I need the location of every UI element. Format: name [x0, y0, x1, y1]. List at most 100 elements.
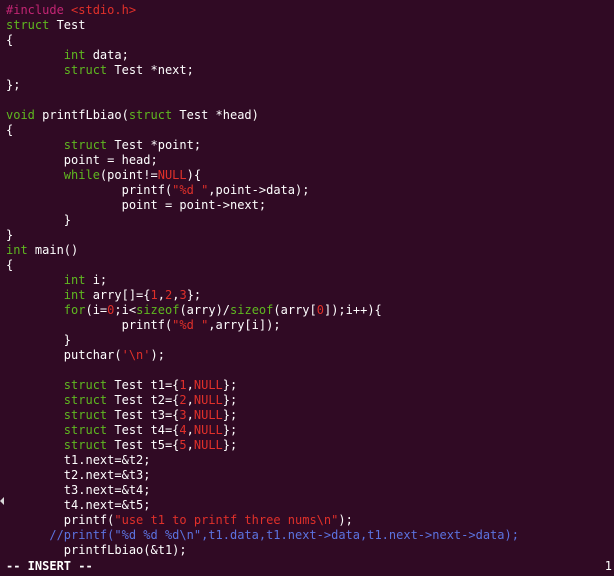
- code-line[interactable]: struct Test t1={1,NULL};: [6, 378, 614, 393]
- code-token: Test *next;: [107, 63, 194, 77]
- code-line[interactable]: struct Test t2={2,NULL};: [6, 393, 614, 408]
- code-line[interactable]: point = point->next;: [6, 198, 614, 213]
- code-line[interactable]: //printf("%d %d %d\n",t1.data,t1.next->d…: [6, 528, 614, 543]
- code-token: NULL: [193, 438, 223, 452]
- code-token: t3.next=&t4;: [6, 483, 151, 497]
- code-token: struct: [63, 138, 108, 152]
- code-line[interactable]: }: [6, 213, 614, 228]
- code-token: void: [6, 108, 35, 122]
- code-line[interactable]: struct Test t4={4,NULL};: [6, 423, 614, 438]
- code-token: }: [6, 213, 72, 227]
- code-token: struct: [63, 393, 108, 407]
- code-token: };: [6, 78, 21, 92]
- code-line[interactable]: #include <stdio.h>: [6, 3, 614, 18]
- code-line[interactable]: int i;: [6, 273, 614, 288]
- code-token: };: [222, 423, 238, 437]
- code-token: printf(: [6, 513, 115, 527]
- code-line[interactable]: printf("%d ",arry[i]);: [6, 318, 614, 333]
- code-token: 1: [150, 288, 158, 302]
- code-token: '\n': [121, 348, 151, 362]
- code-token: Test t3={: [107, 408, 180, 422]
- code-line[interactable]: t2.next=&t3;: [6, 468, 614, 483]
- code-token: }: [6, 333, 72, 347]
- code-token: point = point->next;: [6, 198, 267, 212]
- code-line[interactable]: {: [6, 33, 614, 48]
- code-token: struct: [63, 63, 108, 77]
- code-line[interactable]: t3.next=&t4;: [6, 483, 614, 498]
- code-line[interactable]: putchar('\n');: [6, 348, 614, 363]
- code-line[interactable]: [6, 363, 614, 378]
- code-token: t1.next=&t2;: [6, 453, 151, 467]
- code-line[interactable]: struct Test *point;: [6, 138, 614, 153]
- code-token: };: [222, 438, 238, 452]
- code-line[interactable]: for(i=0;i<sizeof(arry)/sizeof(arry[0]);i…: [6, 303, 614, 318]
- code-token: 3: [179, 288, 187, 302]
- code-token: NULL: [193, 408, 223, 422]
- code-line[interactable]: printf("%d ",point->data);: [6, 183, 614, 198]
- code-line[interactable]: point = head;: [6, 153, 614, 168]
- code-token: struct: [63, 438, 108, 452]
- code-token: Test t5={: [107, 438, 180, 452]
- code-token: putchar(: [6, 348, 122, 362]
- code-token: t4.next=&t5;: [6, 498, 151, 512]
- code-token: {: [6, 33, 14, 47]
- code-token: Test t4={: [107, 423, 180, 437]
- code-line[interactable]: {: [6, 123, 614, 138]
- code-token: int: [63, 48, 86, 62]
- code-line[interactable]: }: [6, 333, 614, 348]
- code-token: (point!=: [99, 168, 158, 182]
- code-token: ,: [186, 378, 194, 392]
- code-token: Test *point;: [107, 138, 202, 152]
- code-line[interactable]: void printfLbiao(struct Test *head): [6, 108, 614, 123]
- code-token: struct: [63, 378, 108, 392]
- code-token: ,: [186, 423, 194, 437]
- code-token: ){: [186, 168, 202, 182]
- code-line[interactable]: {: [6, 258, 614, 273]
- code-line[interactable]: struct Test: [6, 18, 614, 33]
- code-line[interactable]: }: [6, 228, 614, 243]
- code-token: Test t1={: [107, 378, 180, 392]
- code-token: printf(: [6, 183, 173, 197]
- code-token: <stdio.h>: [71, 3, 137, 17]
- code-line[interactable]: printfLbiao(&t1);: [6, 543, 614, 558]
- code-token: t2.next=&t3;: [6, 468, 151, 482]
- code-line[interactable]: struct Test t5={5,NULL};: [6, 438, 614, 453]
- code-token: 1: [179, 378, 187, 392]
- code-line[interactable]: t4.next=&t5;: [6, 498, 614, 513]
- code-token: Test: [49, 18, 86, 32]
- code-token: int: [63, 273, 86, 287]
- code-token: point = head;: [6, 153, 158, 167]
- code-token: struct: [6, 18, 50, 32]
- code-line[interactable]: printf("use t1 to printf three nums\n");: [6, 513, 614, 528]
- code-line[interactable]: int arry[]={1,2,3};: [6, 288, 614, 303]
- code-token: 2: [179, 393, 187, 407]
- code-token: int: [6, 243, 28, 257]
- code-token: "use t1 to printf three nums\n": [114, 513, 339, 527]
- terminal-window[interactable]: #include <stdio.h> struct Test{ int data;…: [0, 0, 614, 576]
- code-line[interactable]: };: [6, 78, 614, 93]
- code-editor[interactable]: #include <stdio.h> struct Test{ int data;…: [6, 3, 614, 558]
- code-line[interactable]: struct Test *next;: [6, 63, 614, 78]
- code-token: while: [63, 168, 100, 182]
- code-line[interactable]: int main(): [6, 243, 614, 258]
- code-line[interactable]: int data;: [6, 48, 614, 63]
- code-token: {: [6, 258, 14, 272]
- code-line[interactable]: [6, 93, 614, 108]
- code-token: printfLbiao(&t1);: [6, 543, 187, 557]
- code-token: };: [222, 393, 238, 407]
- code-line[interactable]: while(point!=NULL){: [6, 168, 614, 183]
- code-token: }: [6, 228, 14, 242]
- code-token: NULL: [193, 423, 223, 437]
- code-token: struct: [63, 408, 108, 422]
- code-line[interactable]: t1.next=&t2;: [6, 453, 614, 468]
- code-token: ,point->data);: [208, 183, 310, 197]
- code-line[interactable]: struct Test t3={3,NULL};: [6, 408, 614, 423]
- code-token: 0: [316, 303, 324, 317]
